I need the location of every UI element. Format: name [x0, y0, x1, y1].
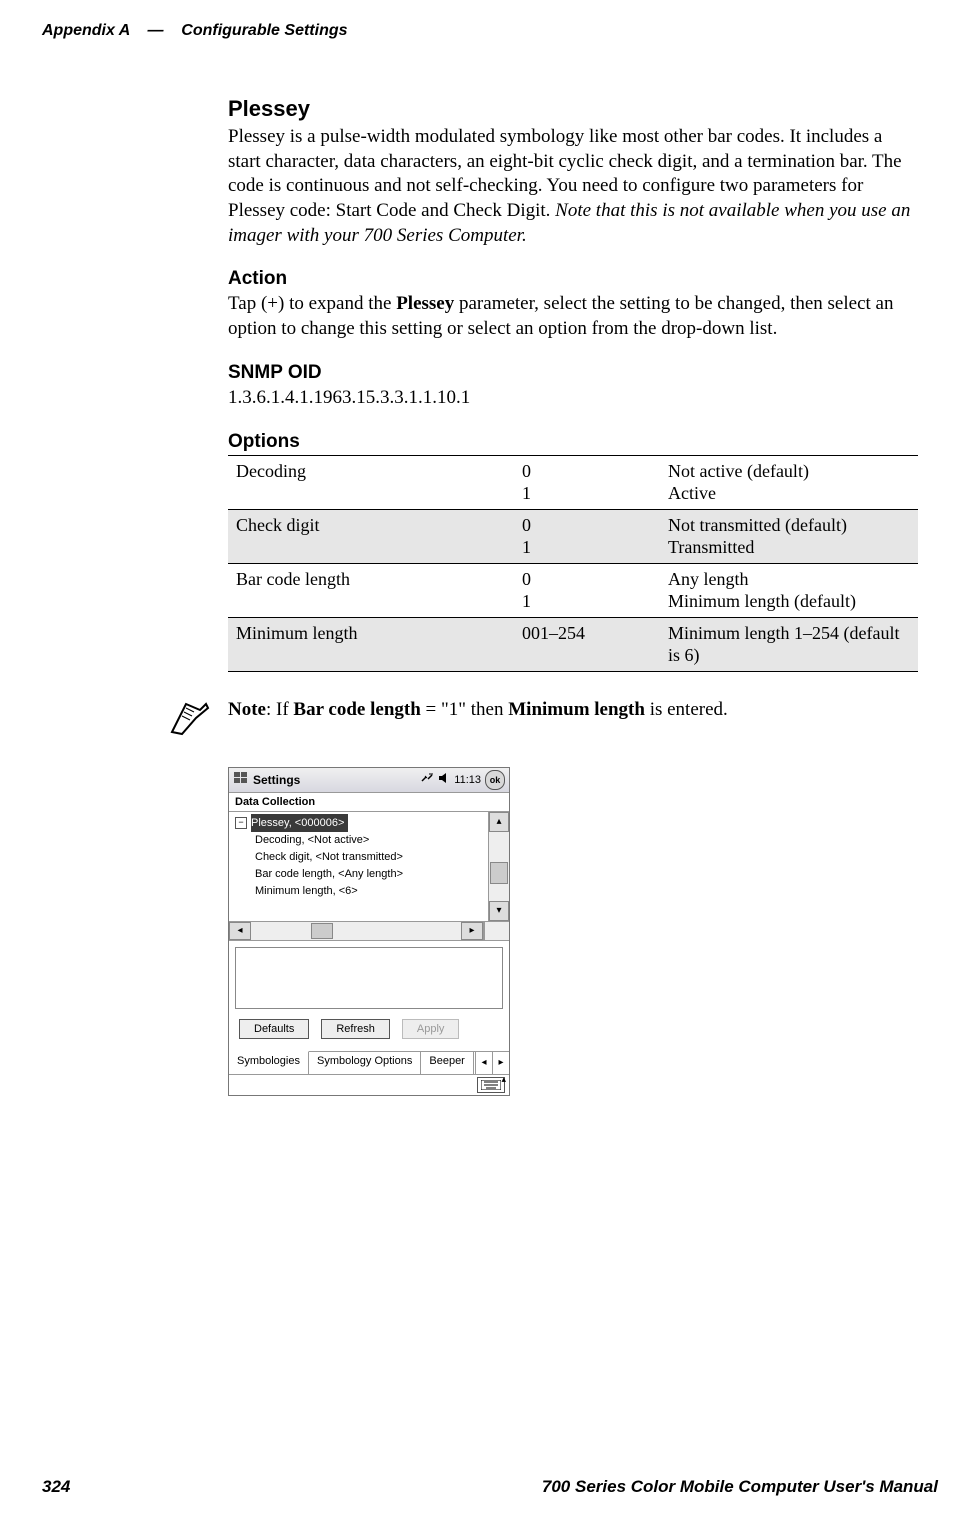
apply-button: Apply — [402, 1019, 460, 1039]
heading-action: Action — [228, 268, 918, 290]
header-title: Configurable Settings — [181, 22, 347, 39]
tab-scroll-left-icon[interactable]: ◂ — [475, 1052, 492, 1074]
option-values: 0 1 — [514, 455, 660, 509]
horizontal-scrollbar[interactable]: ◂ ▸ — [229, 922, 509, 941]
option-name: Check digit — [228, 509, 514, 563]
option-desc: Not active (default) Active — [660, 455, 918, 509]
defaults-button[interactable]: Defaults — [239, 1019, 309, 1039]
snmp-oid-value: 1.3.6.1.4.1.1963.15.3.3.1.1.10.1 — [228, 386, 918, 411]
header-separator: — — [134, 22, 177, 39]
option-values: 0 1 — [514, 563, 660, 617]
tree-collapse-icon[interactable]: − — [235, 817, 247, 829]
action-body-bold: Plessey — [396, 293, 454, 314]
tab-symbology-options[interactable]: Symbology Options — [309, 1052, 421, 1074]
scroll-down-icon[interactable]: ▾ — [489, 901, 509, 921]
option-name: Bar code length — [228, 563, 514, 617]
note-prefix: Note — [228, 699, 266, 720]
note-b: = "1" then — [421, 699, 508, 720]
app-title: Data Collection — [229, 793, 509, 812]
option-values: 001–254 — [514, 617, 660, 671]
note-icon — [168, 698, 214, 743]
tree-item-checkdigit[interactable]: Check digit, <Not transmitted> — [255, 849, 481, 866]
heading-snmp: SNMP OID — [228, 362, 918, 384]
plessey-body: Plessey is a pulse-width modulated symbo… — [228, 125, 918, 248]
tab-scroll-right-icon[interactable]: ▸ — [492, 1052, 509, 1074]
scroll-corner — [483, 922, 509, 940]
table-row: Check digit 0 1 Not transmitted (default… — [228, 509, 918, 563]
table-row: Decoding 0 1 Not active (default) Active — [228, 455, 918, 509]
tree-item-minlength[interactable]: Minimum length, <6> — [255, 883, 481, 900]
note-text: Note: If Bar code length = "1" then Mini… — [228, 698, 728, 723]
titlebar: Settings 11:13 ok — [229, 768, 509, 793]
tab-symbologies[interactable]: Symbologies — [229, 1051, 309, 1074]
tree-item-decoding[interactable]: Decoding, <Not active> — [255, 832, 481, 849]
tab-beeper[interactable]: Beeper — [421, 1052, 473, 1074]
tree-item-plessey[interactable]: Plessey, <000006> — [251, 814, 348, 832]
vertical-scrollbar[interactable]: ▴ ▾ — [488, 812, 509, 921]
ok-button[interactable]: ok — [485, 770, 505, 790]
option-values: 0 1 — [514, 509, 660, 563]
page-number: 324 — [42, 1477, 70, 1497]
note-a: : If — [266, 699, 293, 720]
tab-strip: Symbologies Symbology Options Beeper ◂ ▸ — [229, 1051, 509, 1074]
refresh-button[interactable]: Refresh — [321, 1019, 390, 1039]
table-row: Minimum length 001–254 Minimum length 1–… — [228, 617, 918, 671]
detail-panel — [235, 947, 503, 1009]
start-icon[interactable] — [233, 770, 249, 789]
tree-view[interactable]: − Plessey, <000006> Decoding, <Not activ… — [229, 812, 509, 922]
note-c: is entered. — [645, 699, 728, 720]
option-name: Decoding — [228, 455, 514, 509]
options-table: Decoding 0 1 Not active (default) Active… — [228, 455, 918, 672]
tree-item-barcodelength[interactable]: Bar code length, <Any length> — [255, 866, 481, 883]
scroll-left-icon[interactable]: ◂ — [229, 922, 251, 940]
table-row: Bar code length 0 1 Any length Minimum l… — [228, 563, 918, 617]
device-screenshot: Settings 11:13 ok Data Collection − Ples… — [228, 767, 510, 1096]
chevron-up-icon: ▴ — [501, 1074, 506, 1085]
footer-title: 700 Series Color Mobile Computer User's … — [542, 1477, 938, 1497]
header-chapter: Appendix A — [42, 22, 130, 39]
connectivity-icon[interactable] — [420, 771, 434, 788]
scroll-thumb[interactable] — [490, 862, 508, 884]
scroll-thumb-h[interactable] — [311, 923, 333, 939]
option-desc: Not transmitted (default) Transmitted — [660, 509, 918, 563]
option-desc: Minimum length 1–254 (default is 6) — [660, 617, 918, 671]
note-bold1: Bar code length — [293, 699, 420, 720]
scroll-right-icon[interactable]: ▸ — [461, 922, 483, 940]
speaker-icon[interactable] — [438, 772, 450, 787]
clock-time: 11:13 — [454, 774, 481, 786]
scroll-up-icon[interactable]: ▴ — [489, 812, 509, 832]
page-header: Appendix A — Configurable Settings — [42, 22, 942, 40]
option-desc: Any length Minimum length (default) — [660, 563, 918, 617]
heading-plessey: Plessey — [228, 96, 918, 122]
action-body-a: Tap (+) to expand the — [228, 293, 396, 314]
option-name: Minimum length — [228, 617, 514, 671]
window-title: Settings — [253, 773, 416, 787]
keyboard-icon[interactable]: ▴ — [477, 1077, 505, 1093]
heading-options: Options — [228, 431, 918, 453]
page-footer: 324 700 Series Color Mobile Computer Use… — [42, 1477, 938, 1497]
note-bold2: Minimum length — [508, 699, 645, 720]
action-body: Tap (+) to expand the Plessey parameter,… — [228, 292, 918, 341]
